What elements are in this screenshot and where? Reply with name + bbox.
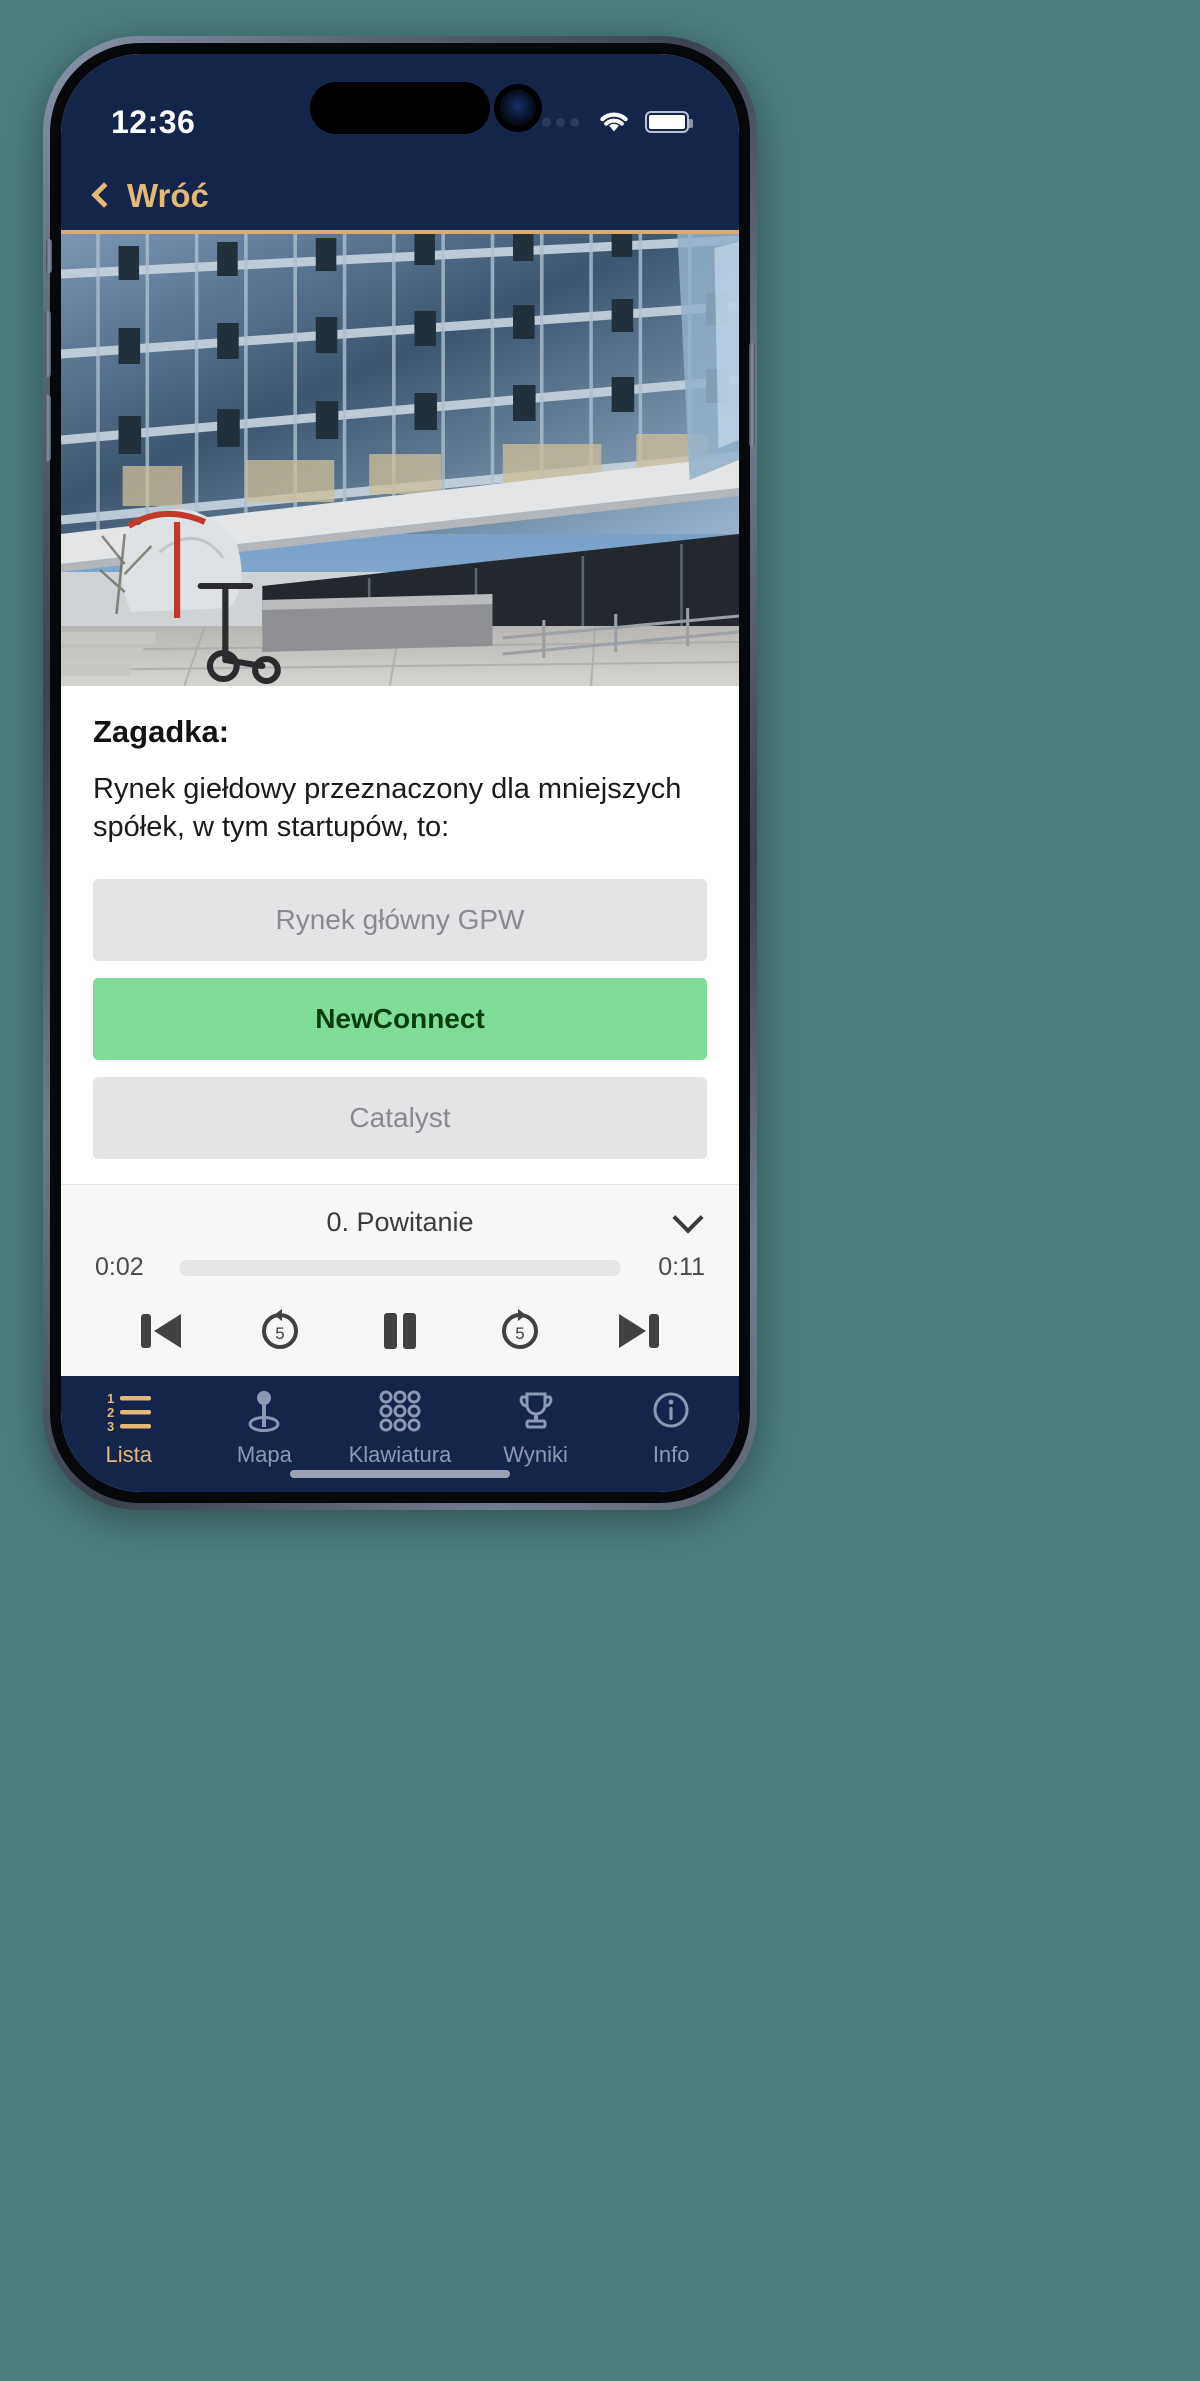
cellular-signal-icon	[528, 117, 579, 127]
rewind-seconds-label: 5	[276, 1324, 285, 1343]
tab-wyniki[interactable]: Wyniki	[468, 1388, 604, 1468]
progress-row: 0:02 0:11	[61, 1245, 739, 1282]
photo-illustration	[61, 234, 739, 686]
tab-mapa[interactable]: Mapa	[197, 1388, 333, 1468]
chevron-left-icon	[91, 182, 117, 208]
location-photo	[61, 234, 739, 686]
forward-5-icon: 5	[501, 1309, 538, 1349]
riddle-heading: Zagadka:	[93, 714, 230, 749]
svg-text:1: 1	[107, 1391, 114, 1406]
tab-wyniki-label: Wyniki	[503, 1442, 568, 1467]
battery-full-icon	[645, 111, 693, 133]
track-title: 0. Powitanie	[326, 1206, 474, 1237]
pause-icon	[383, 1313, 416, 1349]
dynamic-island	[310, 82, 536, 134]
trophy-icon	[514, 1388, 558, 1434]
back-button[interactable]: Wróć	[91, 177, 209, 215]
silent-switch[interactable]	[46, 239, 52, 273]
skip-back-icon	[140, 1314, 181, 1348]
rewind-5-button[interactable]: 5	[245, 1300, 315, 1362]
volume-down-button[interactable]	[45, 395, 51, 461]
audio-player: 0. Powitanie 0:02 0:11 5 5	[61, 1184, 739, 1376]
rewind-5-icon: 5	[262, 1309, 299, 1349]
status-icons	[528, 110, 693, 134]
duration-time: 0:11	[658, 1253, 705, 1281]
info-circle-icon	[649, 1388, 693, 1434]
next-track-button[interactable]	[604, 1300, 674, 1362]
tab-mapa-label: Mapa	[236, 1442, 292, 1467]
power-button[interactable]	[749, 343, 755, 447]
home-indicator[interactable]	[290, 1470, 510, 1478]
status-bar: 12:36	[61, 54, 739, 162]
progress-slider[interactable]	[179, 1259, 621, 1276]
tab-klawiatura[interactable]: Klawiatura	[332, 1388, 468, 1468]
pause-button[interactable]	[365, 1300, 435, 1362]
riddle-question: Rynek giełdowy przeznaczony dla mniejszy…	[93, 773, 682, 844]
skip-forward-icon	[619, 1314, 660, 1348]
answer-option-3[interactable]: Catalyst	[93, 1076, 707, 1159]
phone-bezel: 12:36 Wróć Zagadka: Rynek giełdowy przez…	[45, 43, 755, 1503]
phone-device-frame: 12:36 Wróć Zagadka: Rynek giełdowy przez…	[43, 36, 757, 1510]
volume-up-button[interactable]	[45, 311, 51, 377]
numbered-list-icon: 1 2 3	[105, 1388, 153, 1434]
player-controls: 5 5	[61, 1282, 739, 1366]
wifi-icon	[597, 110, 631, 134]
forward-seconds-label: 5	[515, 1324, 524, 1343]
status-clock: 12:36	[111, 103, 196, 140]
screenshot-stage: 12:36 Wróć Zagadka: Rynek giełdowy przez…	[0, 0, 1200, 2381]
chevron-down-icon[interactable]	[672, 1202, 704, 1234]
tab-info[interactable]: Info	[603, 1388, 739, 1468]
tab-lista-label: Lista	[105, 1442, 153, 1467]
answer-option-1[interactable]: Rynek główny GPW	[93, 878, 707, 961]
player-header: 0. Powitanie	[61, 1199, 739, 1245]
tab-klawiatura-label: Klawiatura	[348, 1442, 452, 1467]
svg-text:3: 3	[107, 1419, 114, 1432]
tab-lista[interactable]: 1 2 3 Lista	[61, 1388, 197, 1468]
answer-option-2[interactable]: NewConnect	[93, 977, 707, 1060]
phone-screen: 12:36 Wróć Zagadka: Rynek giełdowy przez…	[61, 54, 739, 1492]
forward-5-button[interactable]: 5	[485, 1300, 555, 1362]
map-pin-icon	[243, 1388, 285, 1434]
keypad-icon	[377, 1388, 423, 1434]
back-button-label: Wróć	[127, 177, 209, 214]
tab-info-label: Info	[652, 1442, 690, 1467]
previous-track-button[interactable]	[126, 1300, 196, 1362]
svg-text:2: 2	[107, 1405, 114, 1420]
elapsed-time: 0:02	[95, 1253, 144, 1281]
answer-options: Rynek główny GPW NewConnect Catalyst	[93, 878, 707, 1159]
navigation-bar: Wróć	[61, 162, 739, 234]
riddle-panel: Zagadka: Rynek giełdowy przeznaczony dla…	[61, 686, 739, 1184]
